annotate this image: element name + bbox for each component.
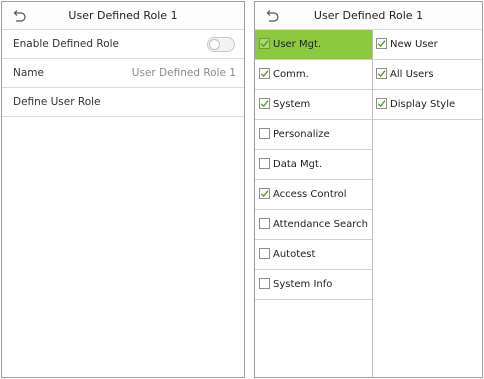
category-item[interactable]: Access Control [255,180,372,210]
checkbox[interactable] [376,38,387,49]
menu-category-list: User Mgt. Comm. System Personalize Data … [255,30,373,377]
category-item[interactable]: Autotest [255,240,372,270]
checkmark-icon [377,100,386,108]
category-label: System [273,99,311,110]
name-value: User Defined Role 1 [131,67,236,79]
permission-item[interactable]: New User [372,30,482,60]
permission-label: New User [390,39,438,50]
permission-item[interactable]: All Users [372,60,482,90]
define-user-role-row[interactable]: Define User Role [2,88,244,117]
category-label: User Mgt. [273,39,322,50]
category-label: Attendance Search [273,219,368,230]
permission-item[interactable]: Display Style [372,90,482,120]
user-role-settings-screen: User Defined Role 1 Enable Defined Role … [1,1,245,378]
checkbox[interactable] [376,68,387,79]
category-item[interactable]: System Info [255,270,372,300]
checkbox[interactable] [259,248,270,259]
name-label: Name [13,67,44,79]
toggle-knob [209,39,220,50]
checkmark-icon [377,70,386,78]
category-item[interactable]: System [255,90,372,120]
checkbox[interactable] [259,68,270,79]
category-label: Comm. [273,69,309,80]
checkmark-icon [260,40,269,48]
category-item[interactable]: Attendance Search [255,210,372,240]
define-user-role-screen: User Defined Role 1 User Mgt. Comm. Syst… [254,1,483,378]
category-item[interactable]: Data Mgt. [255,150,372,180]
page-title: User Defined Role 1 [68,9,178,22]
permission-label: All Users [390,69,434,80]
enable-defined-role-label: Enable Defined Role [13,38,120,50]
checkbox[interactable] [259,188,270,199]
category-label: Access Control [273,189,347,200]
category-label: Personalize [273,129,330,140]
enable-defined-role-toggle[interactable] [207,37,235,52]
checkmark-icon [260,190,269,198]
checkmark-icon [377,40,386,48]
checkmark-icon [260,70,269,78]
category-label: Data Mgt. [273,159,323,170]
category-item[interactable]: User Mgt. [255,30,372,60]
checkbox[interactable] [259,158,270,169]
checkbox[interactable] [259,278,270,289]
checkmark-icon [260,100,269,108]
checkbox[interactable] [259,38,270,49]
checkbox[interactable] [259,218,270,229]
page-title: User Defined Role 1 [313,9,424,22]
define-user-role-label: Define User Role [13,96,101,108]
category-label: Autotest [273,249,316,260]
permission-label: Display Style [390,99,456,110]
category-item[interactable]: Personalize [255,120,372,150]
checkbox[interactable] [259,98,270,109]
title-bar: User Defined Role 1 [2,2,244,30]
checkbox[interactable] [376,98,387,109]
category-item[interactable]: Comm. [255,60,372,90]
category-label: System Info [273,279,333,290]
title-bar: User Defined Role 1 [255,2,482,30]
name-row[interactable]: Name User Defined Role 1 [2,59,244,88]
enable-defined-role-row[interactable]: Enable Defined Role [2,30,244,59]
checkbox[interactable] [259,128,270,139]
submenu-permission-list: New User All Users Display Style [372,30,482,377]
